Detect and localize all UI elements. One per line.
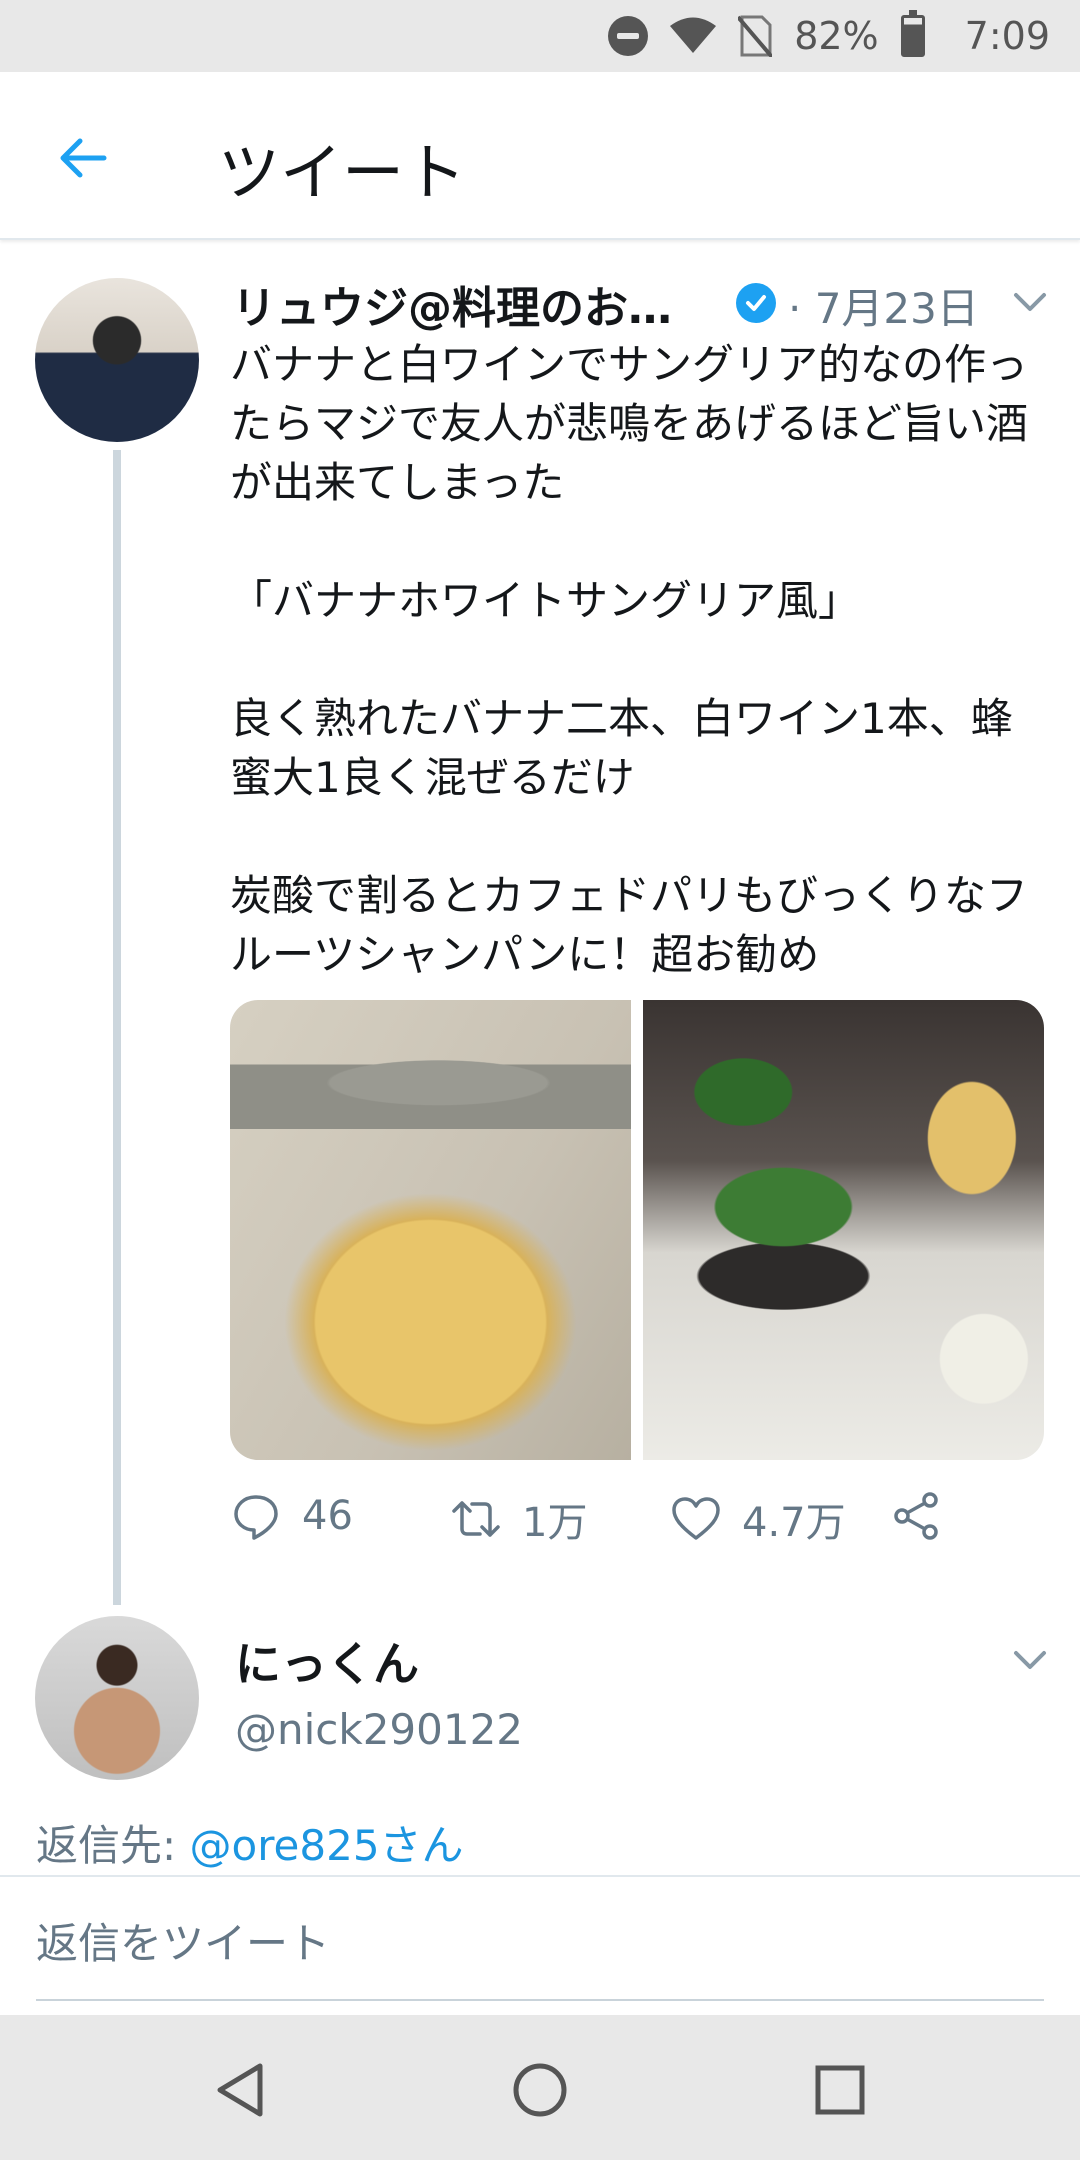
verified-badge-icon [736,283,776,323]
share-button[interactable] [890,1490,942,1542]
reply-input[interactable] [36,1913,1044,1973]
banana-jar-with-plant-photo[interactable] [643,1000,1044,1460]
square-recents-icon [815,2065,865,2115]
reply-menu-button[interactable] [1010,1640,1050,1680]
chevron-down-icon [1014,293,1046,311]
divider [36,1999,1044,2001]
no-sim-icon [738,15,773,57]
battery-percent: 82% [794,14,879,58]
share-icon [894,1492,938,1540]
triangle-back-icon [217,2063,263,2117]
banana-jar-photo[interactable] [230,1000,631,1460]
reply-count: 46 [302,1493,353,1539]
retweet-icon [452,1501,500,1537]
tweet-media [230,1000,1044,1460]
tweet-paragraph: バナナと白ワインでサングリア的なの作ったらマジで友人が悲鳴をあげるほど旨い酒が出… [230,340,1029,507]
do-not-disturb-icon [608,16,649,56]
arrow-left-icon [60,138,107,178]
back-button[interactable] [52,128,112,188]
battery-icon [900,10,925,57]
wifi-icon [670,17,717,55]
tweet-menu-button[interactable] [1010,282,1050,322]
reply-author-name[interactable]: にっくん [235,1628,419,1694]
nav-recents-button[interactable] [805,2055,875,2125]
tweet-paragraph: 炭酸で割るとカフェドパリもびっくりなフルーツシャンパンに！超お勧め [230,871,1029,979]
tweet-text: バナナと白ワインでサングリア的なの作ったらマジで友人が悲鳴をあげるほど旨い酒が出… [230,335,1050,984]
tweet-author-name[interactable]: リュウジ@料理のおに... [232,272,712,336]
tweet-date[interactable]: · 7月23日 [788,275,979,336]
reply-icon [234,1495,278,1540]
retweet-count: 1万 [522,1500,588,1546]
page-title: ツイート [218,136,467,209]
heart-icon [672,1497,720,1540]
reply-button[interactable]: 46 [230,1490,353,1542]
tweet-paragraph: 良く熟れたバナナ二本、白ワイン1本、蜂蜜大1良く混ぜるだけ [230,694,1013,802]
reply-to-handle[interactable]: @ore825さん [190,1821,464,1870]
clock: 7:09 [964,14,1050,58]
system-nav-bar [0,2015,1080,2160]
thread-line [113,450,121,1605]
reply-compose [0,1875,1080,2005]
like-count: 4.7万 [742,1500,846,1546]
app-bar: ツイート [0,72,1080,240]
reply-author-avatar[interactable] [35,1616,199,1780]
reply-author-handle[interactable]: @nick290122 [235,1705,523,1754]
nav-back-button[interactable] [205,2055,275,2125]
reply-to-line: 返信先: @ore825さん [36,1812,464,1873]
retweet-button[interactable]: 1万 [450,1490,587,1548]
circle-home-icon [513,2063,567,2117]
tweet-paragraph: 「バナナホワイトサングリア風」 [230,576,861,625]
nav-home-button[interactable] [505,2055,575,2125]
screen: 82% 7:09 ツイート リュウジ@料理のおに... · 7月23日 バナナと… [0,0,1080,2160]
status-bar: 82% 7:09 [0,0,1080,72]
avatar[interactable] [35,278,199,442]
like-button[interactable]: 4.7万 [670,1490,846,1548]
chevron-down-icon [1014,1651,1046,1669]
reply-to-prefix: 返信先: [36,1821,190,1870]
tweet-actions: 46 1万 4.7万 [230,1490,1050,1550]
